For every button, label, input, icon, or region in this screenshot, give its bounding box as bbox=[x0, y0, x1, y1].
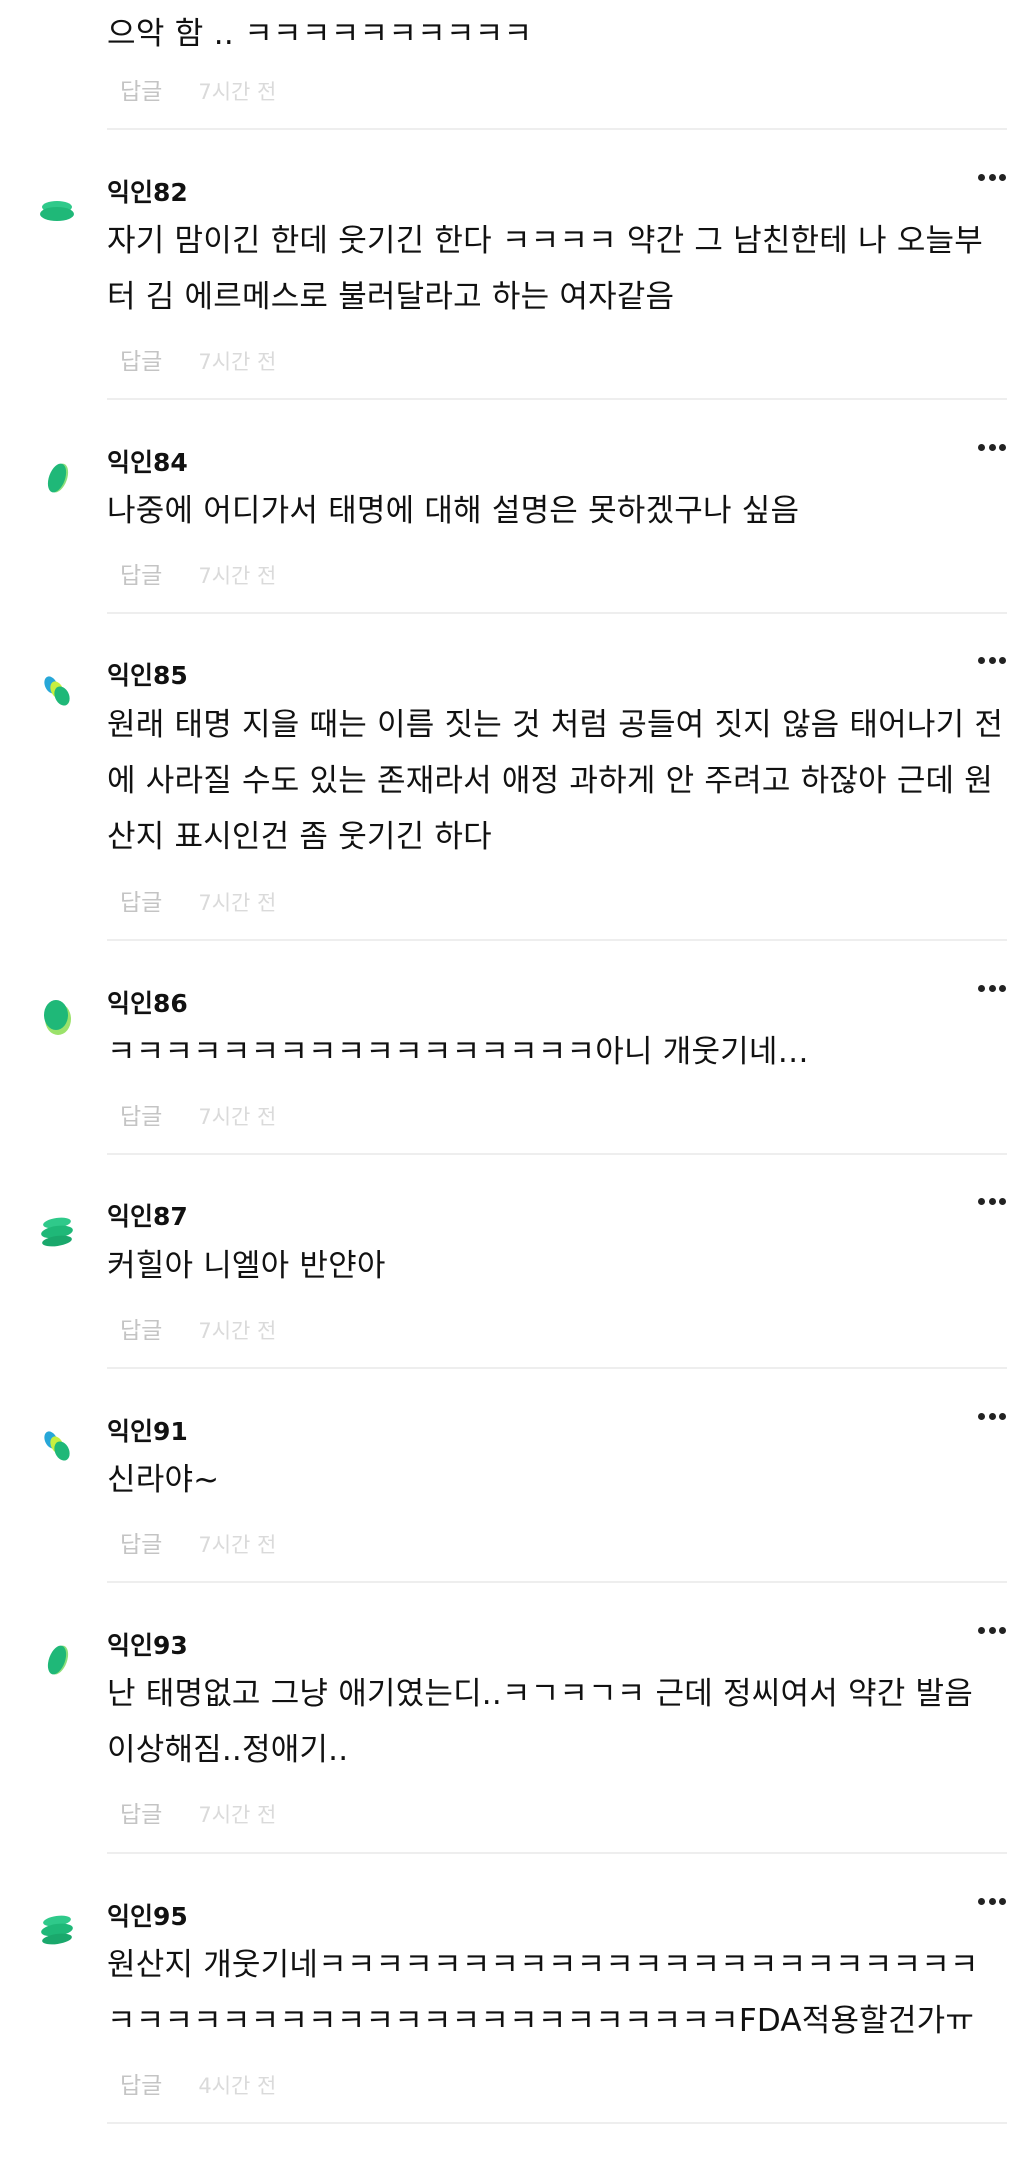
comment-meta: 답글 7시간 전 bbox=[120, 883, 276, 917]
comment-body: ㅋㅋㅋㅋㅋㅋㅋㅋㅋㅋㅋㅋㅋㅋㅋㅋㅋ아니 개웃기네… bbox=[107, 1034, 809, 1070]
comment-item: 익인93 난 태명없고 그냥 애기였는디..ㅋㄱㅋㄱㅋ 근데 정씨여서 약간 발… bbox=[0, 1582, 1024, 1852]
more-options-icon[interactable] bbox=[978, 1411, 1006, 1421]
comment-thread: 으악 함 .. ㅋㅋㅋㅋㅋㅋㅋㅋㅋㅋ 답글 7시간 전 익인82 자기 맘이긴 한… bbox=[0, 0, 1024, 2168]
timestamp: 7시간 전 bbox=[198, 1319, 277, 1343]
author-name[interactable]: 익인86 bbox=[107, 984, 188, 1020]
more-options-icon[interactable] bbox=[978, 442, 1006, 452]
comment-meta: 답글 7시간 전 bbox=[120, 1311, 276, 1345]
timestamp: 4시간 전 bbox=[198, 2074, 277, 2098]
comment-meta: 답글 7시간 전 bbox=[120, 1795, 276, 1829]
comment-body: 신라야~ bbox=[107, 1462, 220, 1498]
author-name[interactable]: 익인82 bbox=[107, 173, 188, 209]
reply-button[interactable]: 답글 bbox=[120, 2073, 162, 2099]
more-options-icon[interactable] bbox=[978, 1196, 1006, 1206]
comment-body: 원래 태명 지을 때는 이름 짓는 것 처럼 공들여 짓지 않음 태어나기 전에… bbox=[107, 707, 1004, 855]
more-options-icon[interactable] bbox=[978, 1896, 1006, 1906]
comment-meta: 답글 7시간 전 bbox=[120, 1097, 276, 1131]
comment-meta: 답글 7시간 전 bbox=[120, 1525, 276, 1559]
comment-body: 커힐아 니엘아 반얀아 bbox=[107, 1248, 386, 1284]
stack3-icon bbox=[41, 1915, 73, 1945]
comment-body: 나중에 어디가서 태명에 대해 설명은 못하겠구나 싶음 bbox=[107, 493, 800, 529]
stack3-icon bbox=[41, 1217, 73, 1247]
timestamp: 7시간 전 bbox=[198, 80, 277, 104]
comment-body: 원산지 개웃기네ㅋㅋㅋㅋㅋㅋㅋㅋㅋㅋㅋㅋㅋㅋㅋㅋㅋㅋㅋㅋㅋㅋㅋㅋㅋㅋㅋㅋㅋㅋㅋㅋ… bbox=[107, 1947, 979, 2039]
comment-item: 익인95 원산지 개웃기네ㅋㅋㅋㅋㅋㅋㅋㅋㅋㅋㅋㅋㅋㅋㅋㅋㅋㅋㅋㅋㅋㅋㅋㅋㅋㅋㅋ… bbox=[0, 1853, 1024, 2122]
author-name[interactable]: 익인93 bbox=[107, 1626, 188, 1662]
bean-icon bbox=[44, 1000, 71, 1035]
reply-button[interactable]: 답글 bbox=[120, 563, 162, 589]
more-options-icon[interactable] bbox=[978, 655, 1006, 665]
timestamp: 7시간 전 bbox=[198, 1105, 277, 1129]
leaf-icon bbox=[47, 463, 69, 493]
reply-button[interactable]: 답글 bbox=[120, 1532, 162, 1558]
comment-body: 자기 맘이긴 한데 웃기긴 한다 ㅋㅋㅋㅋ 약간 그 남친한테 나 오늘부터 김… bbox=[107, 223, 983, 315]
author-name[interactable]: 익인84 bbox=[107, 443, 188, 479]
comment-item: 익인85 원래 태명 지을 때는 이름 짓는 것 처럼 공들여 짓지 않음 태어… bbox=[0, 613, 1024, 939]
more-options-icon[interactable] bbox=[978, 983, 1006, 993]
leaf-icon bbox=[47, 1645, 69, 1675]
timestamp: 7시간 전 bbox=[198, 1803, 277, 1827]
timestamp: 7시간 전 bbox=[198, 564, 277, 588]
comment-item: 익인82 자기 맘이긴 한데 웃기긴 한다 ㅋㅋㅋㅋ 약간 그 남친한테 나 오… bbox=[0, 129, 1024, 398]
comment-meta: 답글 7시간 전 bbox=[120, 72, 276, 106]
reply-button[interactable]: 답글 bbox=[120, 890, 162, 916]
author-name[interactable]: 익인95 bbox=[107, 1897, 188, 1933]
comment-body: 난 태명없고 그냥 애기였는디..ㅋㄱㅋㄱㅋ 근데 정씨여서 약간 발음 이상해… bbox=[107, 1676, 973, 1768]
stack-icon bbox=[40, 201, 74, 221]
comment-item: 익인87 커힐아 니엘아 반얀아 답글 7시간 전 bbox=[0, 1154, 1024, 1367]
pebbles-icon bbox=[44, 676, 70, 706]
comment-item: 익인86 ㅋㅋㅋㅋㅋㅋㅋㅋㅋㅋㅋㅋㅋㅋㅋㅋㅋ아니 개웃기네… 답글 7시간 전 bbox=[0, 940, 1024, 1153]
comment-item: 익인84 나중에 어디가서 태명에 대해 설명은 못하겠구나 싶음 답글 7시간 … bbox=[0, 399, 1024, 612]
comment-body: 으악 함 .. ㅋㅋㅋㅋㅋㅋㅋㅋㅋㅋ bbox=[107, 16, 533, 52]
comment-meta: 답글 7시간 전 bbox=[120, 556, 276, 590]
author-name[interactable]: 익인85 bbox=[107, 656, 188, 692]
timestamp: 7시간 전 bbox=[198, 1533, 277, 1557]
author-name[interactable]: 익인87 bbox=[107, 1197, 188, 1233]
timestamp: 7시간 전 bbox=[198, 350, 277, 374]
author-name[interactable]: 익인91 bbox=[107, 1412, 188, 1448]
timestamp: 7시간 전 bbox=[198, 891, 277, 915]
reply-button[interactable]: 답글 bbox=[120, 79, 162, 105]
pebbles-icon bbox=[44, 1431, 70, 1461]
reply-button[interactable]: 답글 bbox=[120, 1104, 162, 1130]
reply-button[interactable]: 답글 bbox=[120, 1802, 162, 1828]
reply-button[interactable]: 답글 bbox=[120, 1318, 162, 1344]
divider bbox=[107, 2122, 1007, 2124]
reply-button[interactable]: 답글 bbox=[120, 349, 162, 375]
comment-meta: 답글 4시간 전 bbox=[120, 2066, 276, 2100]
more-options-icon[interactable] bbox=[978, 1625, 1006, 1635]
more-options-icon[interactable] bbox=[978, 172, 1006, 182]
comment-item: 익인91 신라야~ 답글 7시간 전 bbox=[0, 1368, 1024, 1581]
comment-meta: 답글 7시간 전 bbox=[120, 342, 276, 376]
